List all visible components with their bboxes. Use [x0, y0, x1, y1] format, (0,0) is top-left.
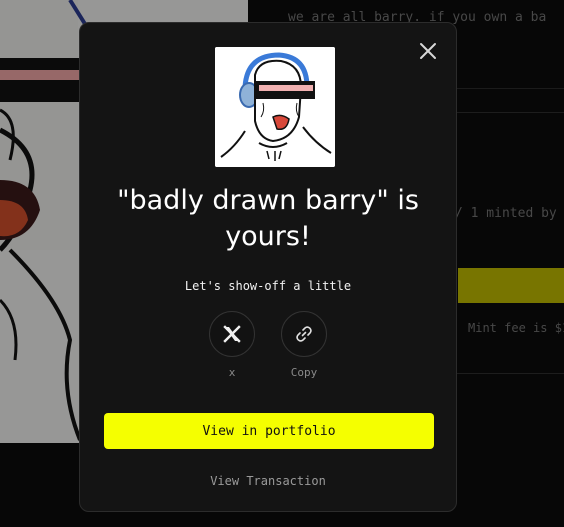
share-x-button[interactable] [209, 311, 255, 357]
view-in-portfolio-button[interactable]: View in portfolio [104, 413, 434, 449]
view-transaction-link[interactable]: View Transaction [80, 474, 456, 488]
modal-subtitle: Let's show-off a little [184, 279, 352, 293]
modal-title: "badly drawn barry" is yours! [117, 185, 419, 252]
close-button[interactable] [418, 41, 438, 61]
copy-link-label: Copy [290, 366, 318, 379]
x-logo-icon [223, 325, 241, 343]
link-icon [296, 326, 312, 342]
close-icon [420, 43, 436, 59]
nft-image [215, 47, 335, 167]
success-modal: "badly drawn barry" is yours! Let's show… [79, 22, 457, 512]
share-x-label: x [228, 366, 236, 379]
copy-link-button[interactable] [281, 311, 327, 357]
